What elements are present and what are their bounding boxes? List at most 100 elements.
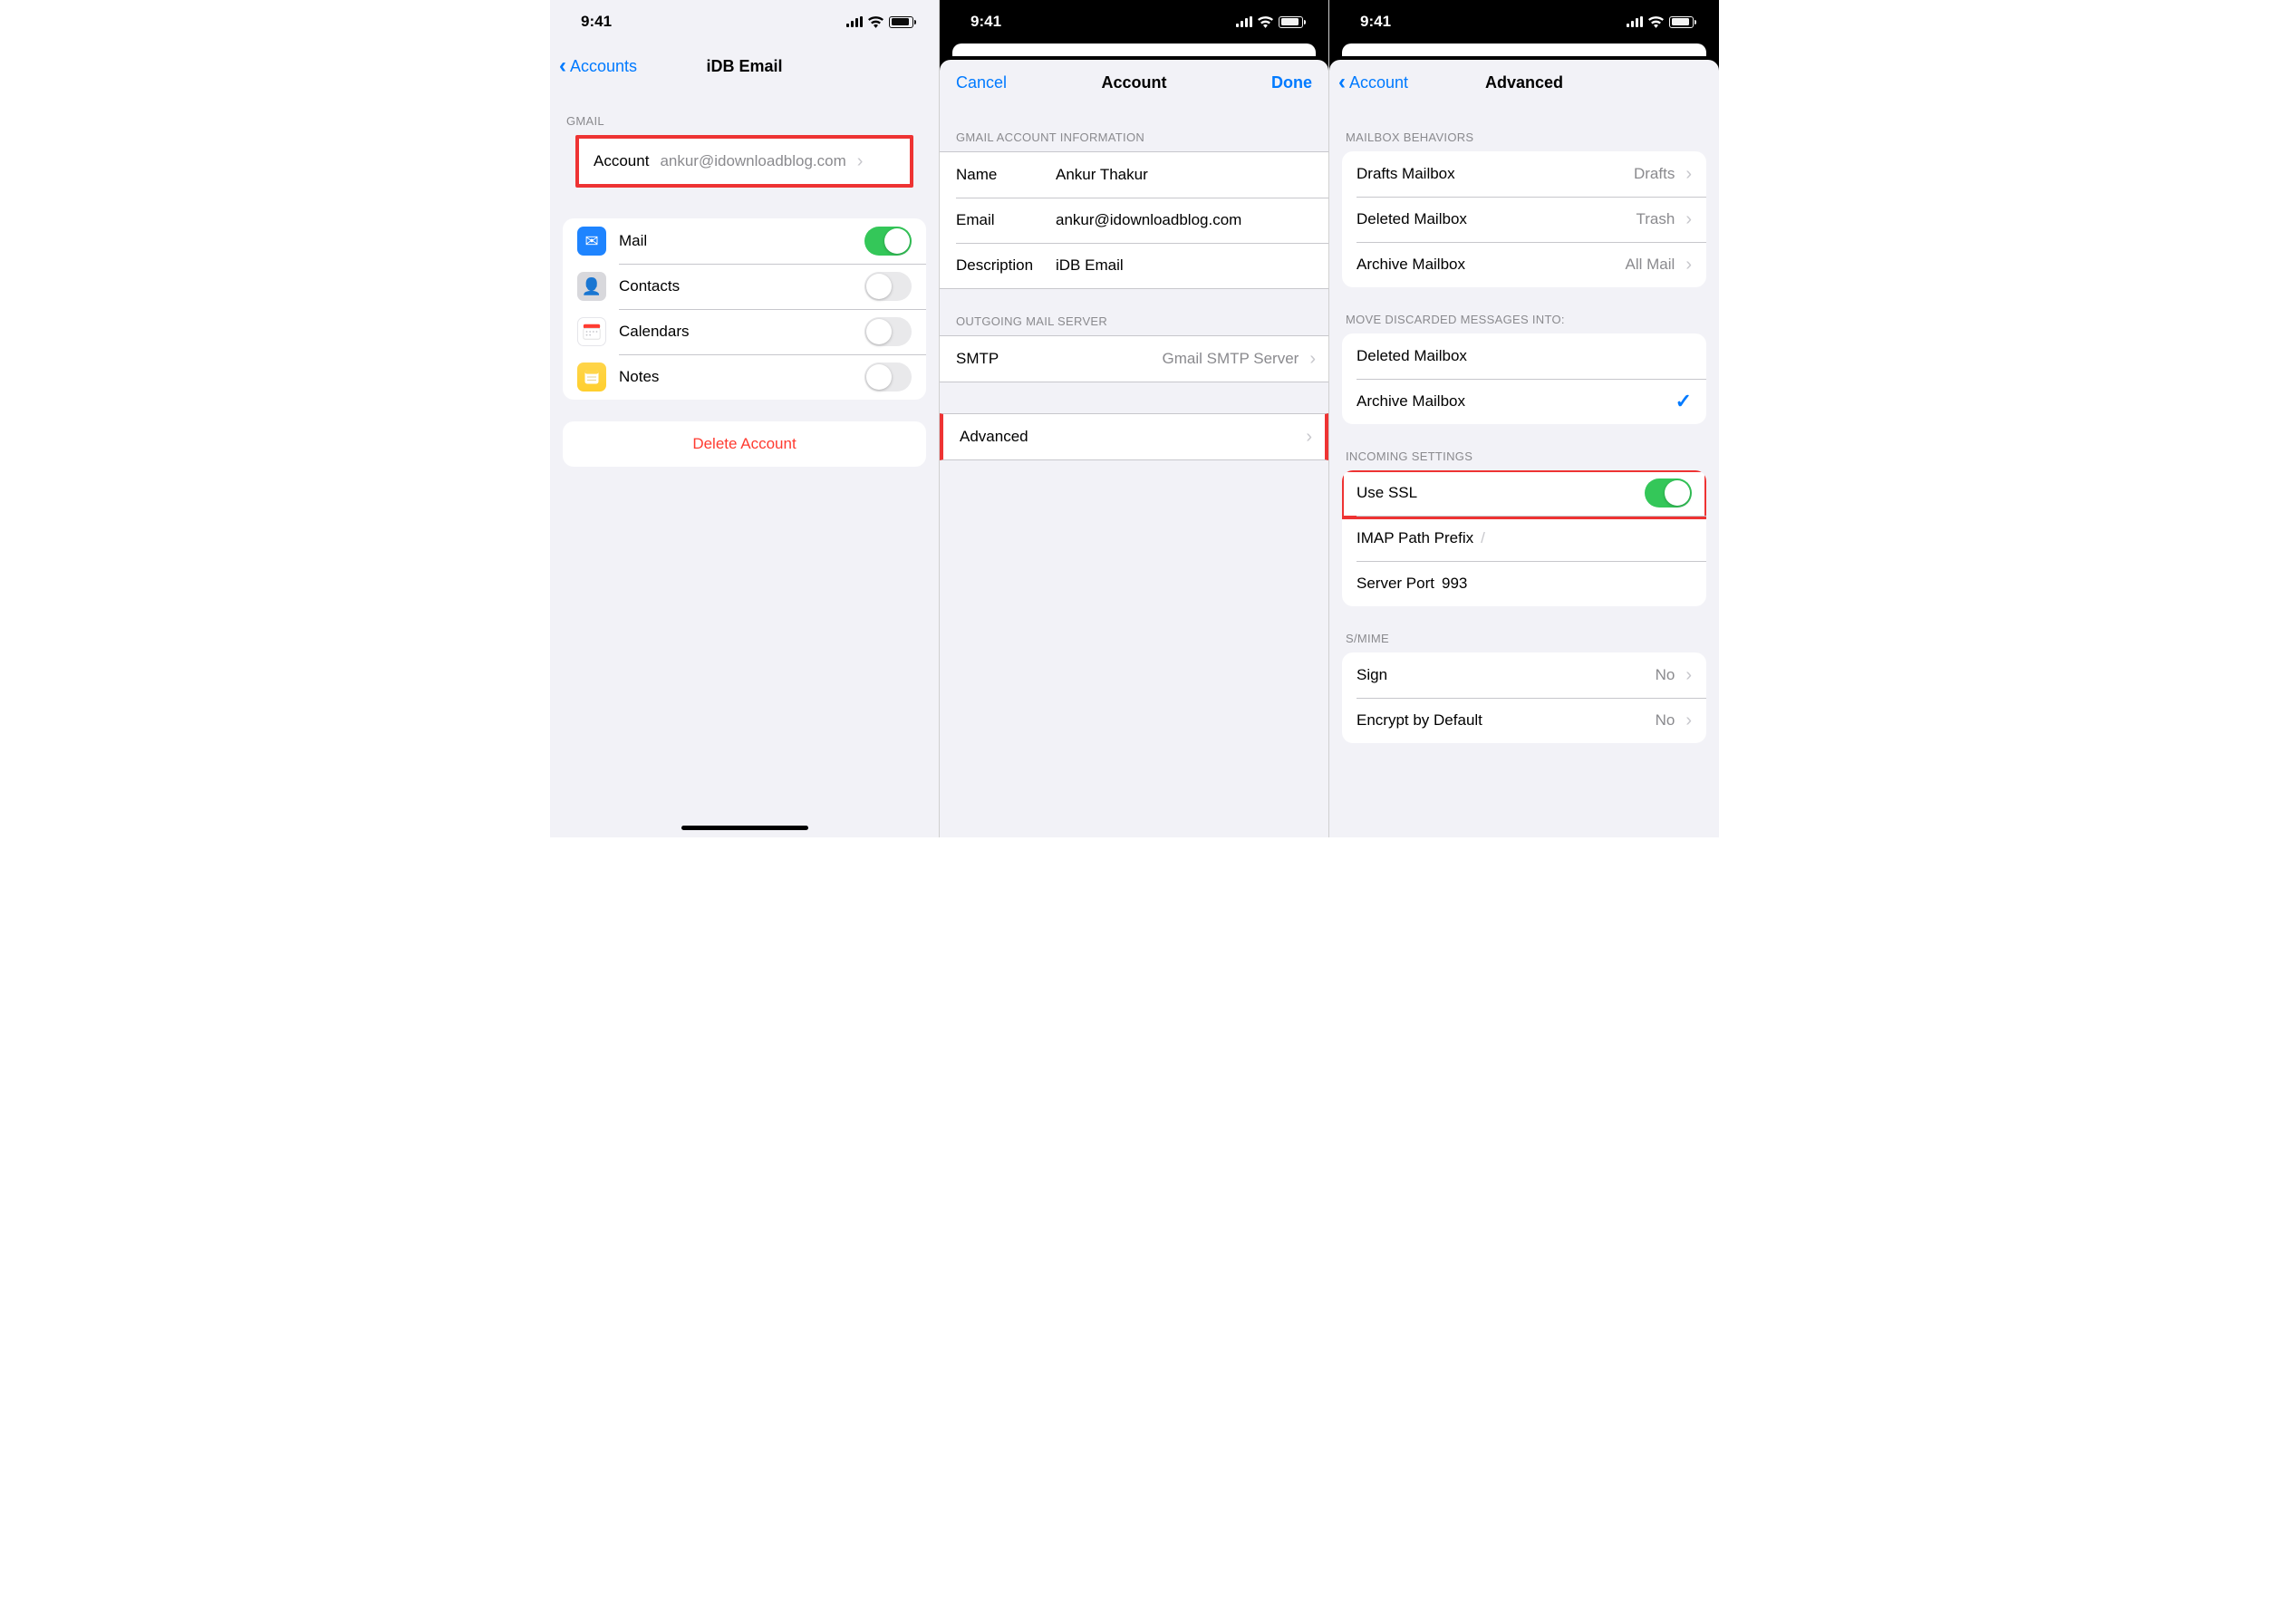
deleted-mailbox-row[interactable]: Deleted Mailbox Trash › (1342, 197, 1706, 242)
chevron-right-icon: › (1306, 427, 1312, 448)
back-button[interactable]: ‹ Accounts (559, 44, 637, 89)
account-row[interactable]: Account ankur@idownloadblog.com › (579, 139, 910, 184)
battery-icon (889, 16, 913, 28)
email-row[interactable]: Email ankur@idownloadblog.com (940, 198, 1328, 243)
ssl-toggle[interactable] (1645, 478, 1692, 508)
contacts-toggle[interactable] (864, 272, 912, 301)
chevron-left-icon: ‹ (1338, 70, 1346, 95)
delete-account-label: Delete Account (692, 435, 796, 453)
done-label: Done (1271, 73, 1312, 92)
chevron-right-icon: › (1685, 255, 1692, 276)
move-archive-label: Archive Mailbox (1357, 392, 1465, 411)
status-icons (1627, 16, 1694, 28)
move-deleted-label: Deleted Mailbox (1357, 347, 1467, 365)
drafts-mailbox-value: Drafts (1634, 165, 1680, 183)
archive-mailbox-label: Archive Mailbox (1357, 256, 1465, 274)
nav-bar: Cancel Account Done (940, 60, 1328, 105)
wifi-icon (1258, 16, 1273, 28)
account-label: Account (594, 152, 649, 170)
name-row[interactable]: Name Ankur Thakur (940, 152, 1328, 198)
description-label: Description (956, 256, 1056, 275)
cellular-icon (1236, 16, 1252, 27)
back-label: Accounts (570, 57, 637, 76)
page-title: iDB Email (706, 57, 782, 76)
section-header-smime: S/MIME (1329, 606, 1719, 652)
name-value: Ankur Thakur (1056, 166, 1148, 184)
service-mail-row[interactable]: ✉︎ Mail (563, 218, 926, 264)
chevron-right-icon: › (1685, 710, 1692, 731)
sheet-background-card (952, 44, 1316, 56)
screen-account-summary: 9:41 ‹ Accounts iDB Email GMAIL Account … (550, 0, 940, 837)
status-time: 9:41 (970, 13, 1001, 31)
sign-row[interactable]: Sign No › (1342, 652, 1706, 698)
drafts-mailbox-row[interactable]: Drafts Mailbox Drafts › (1342, 151, 1706, 197)
chevron-right-icon: › (857, 151, 864, 172)
status-time: 9:41 (581, 13, 612, 31)
server-port-label: Server Port (1357, 575, 1434, 593)
description-value: iDB Email (1056, 256, 1124, 275)
nav-bar: ‹ Account Advanced (1329, 60, 1719, 105)
nav-bar: ‹ Accounts iDB Email (550, 44, 939, 89)
checkmark-icon: ✓ (1675, 390, 1692, 413)
archive-mailbox-row[interactable]: Archive Mailbox All Mail › (1342, 242, 1706, 287)
section-header-behaviors: MAILBOX BEHAVIORS (1329, 105, 1719, 151)
status-icons (846, 16, 913, 28)
calendars-toggle[interactable] (864, 317, 912, 346)
service-calendars-row[interactable]: Calendars (563, 309, 926, 354)
smtp-label: SMTP (956, 350, 999, 368)
imap-prefix-value: / (1481, 529, 1485, 547)
archive-mailbox-value: All Mail (1626, 256, 1681, 274)
status-bar: 9:41 (940, 0, 1328, 44)
encrypt-value: No (1656, 711, 1681, 730)
contacts-icon: 👤 (577, 272, 606, 301)
service-notes-label: Notes (619, 368, 659, 386)
sign-value: No (1656, 666, 1681, 684)
server-port-row[interactable]: Server Port 993 (1342, 561, 1706, 606)
status-bar: 9:41 (1329, 0, 1719, 44)
encrypt-row[interactable]: Encrypt by Default No › (1342, 698, 1706, 743)
battery-icon (1279, 16, 1303, 28)
move-deleted-row[interactable]: Deleted Mailbox (1342, 334, 1706, 379)
delete-account-button[interactable]: Delete Account (563, 421, 926, 467)
page-title: Advanced (1485, 73, 1563, 92)
advanced-row[interactable]: Advanced › (943, 414, 1325, 459)
deleted-mailbox-label: Deleted Mailbox (1357, 210, 1467, 228)
calendar-icon (577, 317, 606, 346)
service-contacts-row[interactable]: 👤 Contacts (563, 264, 926, 309)
description-row[interactable]: Description iDB Email (940, 243, 1328, 288)
sheet-background-card (1342, 44, 1706, 56)
section-header-gmail: GMAIL (550, 89, 939, 135)
account-email: ankur@idownloadblog.com (660, 152, 851, 170)
encrypt-label: Encrypt by Default (1357, 711, 1482, 730)
service-notes-row[interactable]: Notes (563, 354, 926, 400)
email-label: Email (956, 211, 1056, 229)
imap-prefix-row[interactable]: IMAP Path Prefix / (1342, 516, 1706, 561)
wifi-icon (868, 16, 883, 28)
move-archive-row[interactable]: Archive Mailbox ✓ (1342, 379, 1706, 424)
home-indicator (681, 826, 808, 830)
back-button[interactable]: ‹ Account (1338, 60, 1408, 105)
page-title: Account (1102, 73, 1167, 92)
drafts-mailbox-label: Drafts Mailbox (1357, 165, 1455, 183)
name-label: Name (956, 166, 1056, 184)
email-value: ankur@idownloadblog.com (1056, 211, 1241, 229)
service-contacts-label: Contacts (619, 277, 680, 295)
section-header-incoming: INCOMING SETTINGS (1329, 424, 1719, 470)
notes-icon (577, 362, 606, 392)
chevron-right-icon: › (1685, 164, 1692, 185)
smtp-row[interactable]: SMTP Gmail SMTP Server › (940, 336, 1328, 382)
battery-icon (1669, 16, 1694, 28)
sign-label: Sign (1357, 666, 1387, 684)
advanced-label: Advanced (960, 428, 1028, 446)
notes-toggle[interactable] (864, 362, 912, 392)
cancel-button[interactable]: Cancel (956, 60, 1007, 105)
back-label: Account (1349, 73, 1408, 92)
mail-toggle[interactable] (864, 227, 912, 256)
section-header-move: MOVE DISCARDED MESSAGES INTO: (1329, 287, 1719, 334)
status-bar: 9:41 (550, 0, 939, 44)
chevron-right-icon: › (1685, 665, 1692, 686)
service-calendars-label: Calendars (619, 323, 690, 341)
use-ssl-row[interactable]: Use SSL (1342, 470, 1706, 516)
cellular-icon (846, 16, 863, 27)
done-button[interactable]: Done (1271, 60, 1312, 105)
